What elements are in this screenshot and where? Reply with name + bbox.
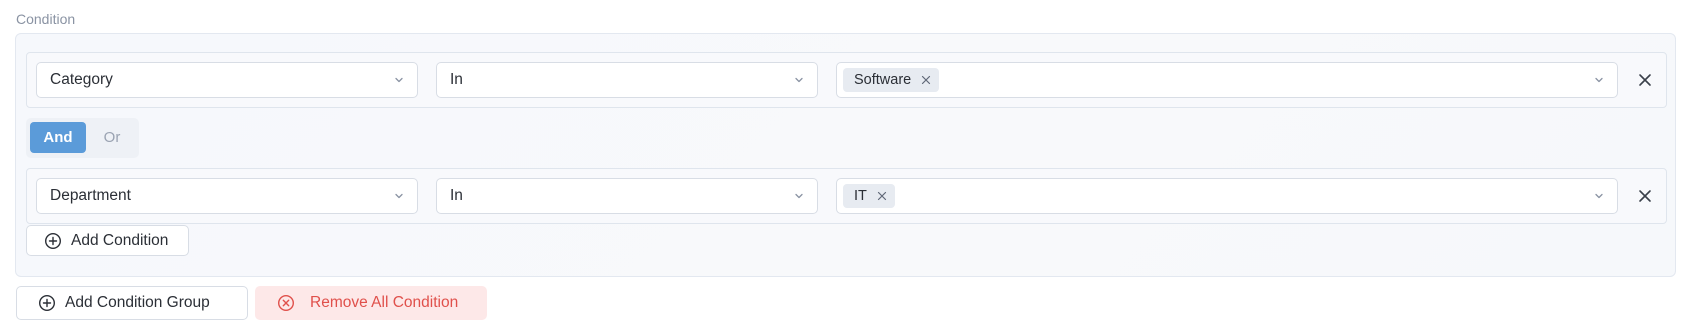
value-tag-label: Software: [854, 72, 912, 88]
value-tag: IT: [843, 184, 895, 208]
field-select[interactable]: Department: [36, 178, 418, 214]
field-select[interactable]: Category: [36, 62, 418, 98]
remove-all-conditions-button[interactable]: Remove All Condition: [255, 286, 487, 320]
operator-select[interactable]: In: [436, 178, 818, 214]
add-condition-group-button[interactable]: Add Condition Group: [16, 286, 248, 320]
operator-select[interactable]: In: [436, 62, 818, 98]
value-tag: Software: [843, 68, 940, 92]
chevron-down-icon: [395, 77, 403, 83]
field-select-value: Department: [50, 187, 131, 204]
chevron-down-icon: [395, 193, 403, 199]
condition-group: Category In Software And Or Department I…: [15, 33, 1676, 277]
chevron-down-icon: [1595, 77, 1603, 83]
and-option-button[interactable]: And: [30, 122, 86, 153]
condition-row: Department In IT: [26, 168, 1667, 224]
operator-select-value: In: [450, 187, 463, 204]
remove-all-conditions-label: Remove All Condition: [310, 294, 459, 311]
condition-section-label: Condition: [16, 11, 76, 27]
field-select-value: Category: [50, 71, 113, 88]
logic-toggle: And Or: [26, 118, 139, 158]
add-condition-button[interactable]: Add Condition: [26, 225, 189, 256]
operator-select-value: In: [450, 71, 463, 88]
chevron-down-icon: [1595, 193, 1603, 199]
remove-condition-icon[interactable]: [1637, 72, 1653, 88]
add-condition-group-label: Add Condition Group: [65, 294, 210, 311]
add-condition-label: Add Condition: [71, 231, 169, 249]
or-option-button[interactable]: Or: [92, 122, 132, 153]
values-multiselect[interactable]: IT: [836, 178, 1618, 214]
close-icon[interactable]: [877, 191, 887, 201]
chevron-down-icon: [795, 77, 803, 83]
value-tag-label: IT: [854, 188, 867, 204]
condition-row: Category In Software: [26, 52, 1667, 108]
chevron-down-icon: [795, 193, 803, 199]
close-icon[interactable]: [921, 75, 931, 85]
x-circle-icon: [277, 294, 295, 312]
plus-circle-icon: [44, 232, 62, 249]
remove-condition-icon[interactable]: [1637, 188, 1653, 204]
plus-circle-icon: [38, 294, 56, 312]
values-multiselect[interactable]: Software: [836, 62, 1618, 98]
